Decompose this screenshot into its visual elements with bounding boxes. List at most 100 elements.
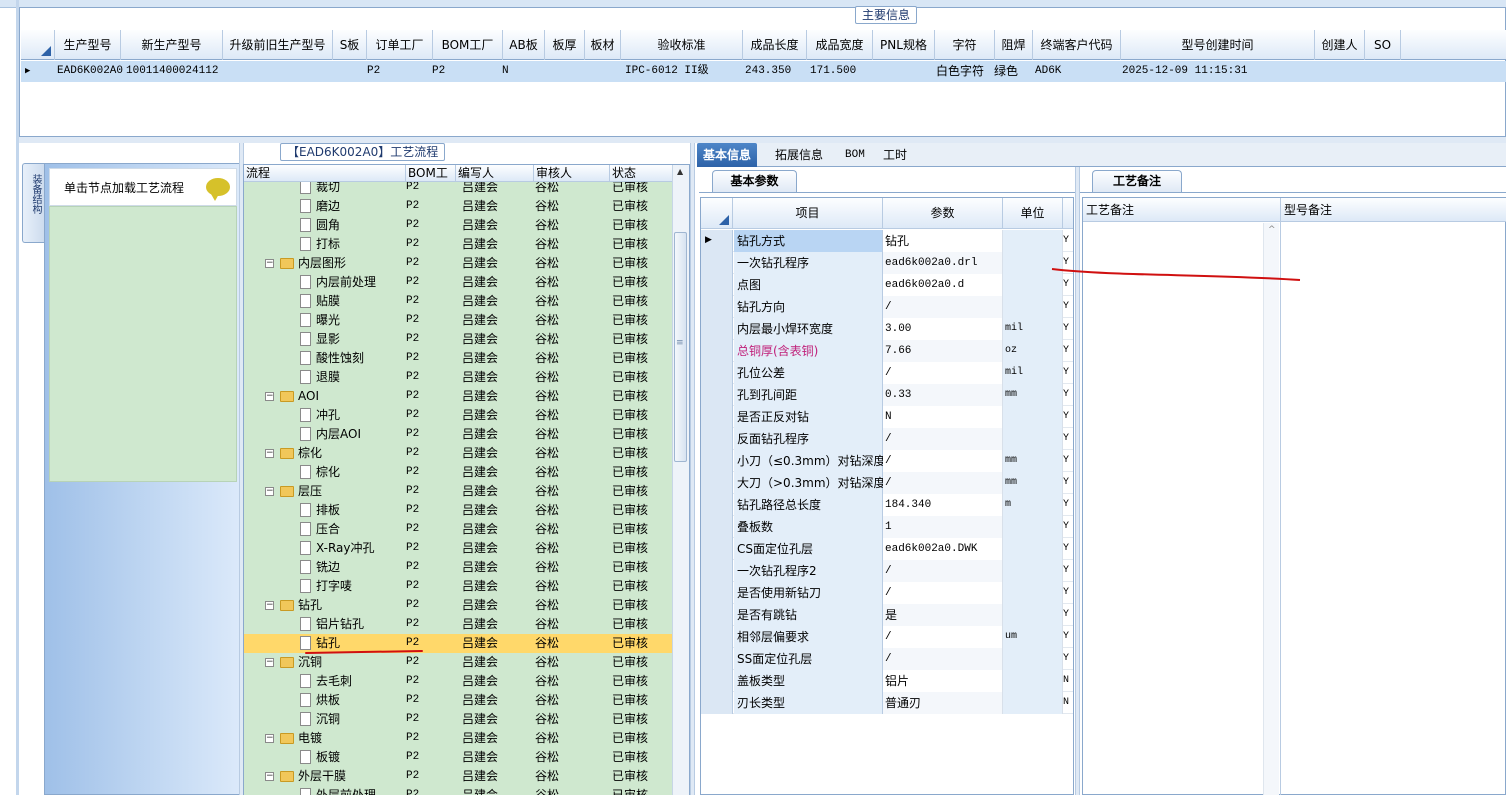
- flow-tree-row[interactable]: X-Ray冲孔 P2 吕建会 谷松 已审核: [244, 539, 672, 558]
- flow-tree-row[interactable]: − 层压 P2 吕建会 谷松 已审核: [244, 482, 672, 501]
- param-row-indicator[interactable]: [701, 362, 733, 384]
- flow-tree-row[interactable]: 磨边 P2 吕建会 谷松 已审核: [244, 197, 672, 216]
- collapse-icon[interactable]: −: [265, 259, 274, 268]
- param-row-indicator[interactable]: [701, 340, 733, 362]
- col-header-old-prod-model[interactable]: 升级前旧生产型号: [223, 30, 333, 60]
- flow-tree-row[interactable]: 内层前处理 P2 吕建会 谷松 已审核: [244, 273, 672, 292]
- flow-tree-row[interactable]: 裁切 P2 吕建会 谷松 已审核: [244, 182, 672, 197]
- flow-tree-row[interactable]: 贴膜 P2 吕建会 谷松 已审核: [244, 292, 672, 311]
- load-flow-hint[interactable]: 单击节点加载工艺流程: [49, 168, 237, 206]
- col-header-new-prod-model[interactable]: 新生产型号: [121, 30, 223, 60]
- param-row[interactable]: ▶ 钻孔方式 钻孔 Y: [701, 230, 1073, 252]
- param-row-indicator[interactable]: [701, 582, 733, 604]
- model-remarks-input[interactable]: [1284, 224, 1502, 784]
- flow-tree-row[interactable]: 铝片钻孔 P2 吕建会 谷松 已审核: [244, 615, 672, 634]
- param-value[interactable]: ead6k002a0.DWK: [883, 538, 1003, 560]
- tab-equipment-structure[interactable]: 装备结构: [22, 163, 44, 243]
- param-value[interactable]: N: [883, 406, 1003, 428]
- param-row[interactable]: 小刀（≤0.3mm）对钻深度 / mm Y: [701, 450, 1073, 472]
- flow-tree-row[interactable]: 棕化 P2 吕建会 谷松 已审核: [244, 463, 672, 482]
- flow-col-header-flow[interactable]: 流程: [244, 165, 406, 182]
- param-row[interactable]: 孔位公差 / mil Y: [701, 362, 1073, 384]
- col-header-creator[interactable]: 创建人: [1315, 30, 1365, 60]
- flow-tree-row[interactable]: 排板 P2 吕建会 谷松 已审核: [244, 501, 672, 520]
- param-row-indicator[interactable]: [701, 560, 733, 582]
- col-header-thickness[interactable]: 板厚: [545, 30, 585, 60]
- param-value[interactable]: 钻孔: [883, 230, 1003, 252]
- flow-tree-row[interactable]: − 钻孔 P2 吕建会 谷松 已审核: [244, 596, 672, 615]
- collapse-icon[interactable]: −: [265, 734, 274, 743]
- param-value[interactable]: 3.00: [883, 318, 1003, 340]
- tab-bom[interactable]: BOM: [839, 143, 871, 167]
- col-header-ab-board[interactable]: AB板: [503, 30, 545, 60]
- param-row-indicator[interactable]: [701, 428, 733, 450]
- param-row[interactable]: 大刀（>0.3mm）对钻深度 / mm Y: [701, 472, 1073, 494]
- param-row-indicator[interactable]: [701, 450, 733, 472]
- tab-extended-info[interactable]: 拓展信息: [769, 143, 829, 167]
- param-value[interactable]: 铝片: [883, 670, 1003, 692]
- param-value[interactable]: 184.340: [883, 494, 1003, 516]
- flow-tree-row[interactable]: 退膜 P2 吕建会 谷松 已审核: [244, 368, 672, 387]
- param-value[interactable]: 普通刃: [883, 692, 1003, 714]
- tab-basic-info[interactable]: 基本信息: [697, 143, 758, 167]
- flow-tree-row[interactable]: 打字唛 P2 吕建会 谷松 已审核: [244, 577, 672, 596]
- flow-tree-row[interactable]: 冲孔 P2 吕建会 谷松 已审核: [244, 406, 672, 425]
- flow-tree-row[interactable]: 钻孔 P2 吕建会 谷松 已审核: [244, 634, 672, 653]
- param-row-indicator[interactable]: [701, 604, 733, 626]
- flow-tree-scroll-thumb[interactable]: ≡: [674, 232, 687, 462]
- flow-col-header-writer[interactable]: 编写人: [456, 165, 534, 182]
- flow-tree-row[interactable]: 沉铜 P2 吕建会 谷松 已审核: [244, 710, 672, 729]
- tab-work-hours[interactable]: 工时: [877, 143, 913, 167]
- col-header-customer-code[interactable]: 终端客户代码: [1033, 30, 1121, 60]
- col-header-order-factory[interactable]: 订单工厂: [367, 30, 433, 60]
- collapse-icon[interactable]: −: [265, 601, 274, 610]
- param-row-indicator[interactable]: [701, 318, 733, 340]
- flow-tree-row[interactable]: 内层AOI P2 吕建会 谷松 已审核: [244, 425, 672, 444]
- param-value[interactable]: /: [883, 472, 1003, 494]
- flow-tree-row[interactable]: − 内层图形 P2 吕建会 谷松 已审核: [244, 254, 672, 273]
- col-header-so[interactable]: SO: [1365, 30, 1401, 60]
- scroll-up-icon[interactable]: ▲: [677, 167, 683, 176]
- collapse-icon[interactable]: −: [265, 772, 274, 781]
- param-row-indicator[interactable]: [701, 670, 733, 692]
- flow-tree-row[interactable]: 曝光 P2 吕建会 谷松 已审核: [244, 311, 672, 330]
- param-row[interactable]: 一次钻孔程序2/ Y: [701, 560, 1073, 582]
- param-row[interactable]: 孔到孔间距 0.33 mm Y: [701, 384, 1073, 406]
- param-row[interactable]: CS面定位孔层 ead6k002a0.DWK Y: [701, 538, 1073, 560]
- flow-tree-row[interactable]: 圆角 P2 吕建会 谷松 已审核: [244, 216, 672, 235]
- param-row-indicator[interactable]: [701, 472, 733, 494]
- flow-tree-row[interactable]: 烘板 P2 吕建会 谷松 已审核: [244, 691, 672, 710]
- tab-process-remarks[interactable]: 工艺备注: [1092, 170, 1182, 192]
- center-vertical-splitter[interactable]: [690, 143, 695, 795]
- collapse-icon[interactable]: −: [265, 658, 274, 667]
- param-value[interactable]: 7.66: [883, 340, 1003, 362]
- main-info-row[interactable]: ▶ EAD6K002A0 10011400024112 P2 P2 N IPC-…: [21, 61, 1506, 82]
- param-row[interactable]: 盖板类型 铝片 N: [701, 670, 1073, 692]
- param-value[interactable]: ead6k002a0.d: [883, 274, 1003, 296]
- param-row[interactable]: 相邻层偏要求 / um Y: [701, 626, 1073, 648]
- flow-col-header-bom[interactable]: BOM工厂: [406, 165, 456, 197]
- param-row[interactable]: SS面定位孔层 / Y: [701, 648, 1073, 670]
- flow-col-header-reviewer[interactable]: 审核人: [534, 165, 610, 182]
- flow-tree-row[interactable]: 酸性蚀刻 P2 吕建会 谷松 已审核: [244, 349, 672, 368]
- param-row[interactable]: 点图 ead6k002a0.d Y: [701, 274, 1073, 296]
- flow-tree-row[interactable]: − 沉铜 P2 吕建会 谷松 已审核: [244, 653, 672, 672]
- col-header-material[interactable]: 板材: [585, 30, 621, 60]
- flow-tree-row[interactable]: 显影 P2 吕建会 谷松 已审核: [244, 330, 672, 349]
- flow-col-header-status[interactable]: 状态: [610, 165, 672, 182]
- flow-tree-row[interactable]: − 电镀 P2 吕建会 谷松 已审核: [244, 729, 672, 748]
- col-header-standard[interactable]: 验收标准: [621, 30, 743, 60]
- param-value[interactable]: /: [883, 626, 1003, 648]
- flow-tree-row[interactable]: − 棕化 P2 吕建会 谷松 已审核: [244, 444, 672, 463]
- param-row[interactable]: 内层最小焊环宽度 3.00 mil Y: [701, 318, 1073, 340]
- param-row-indicator[interactable]: [701, 384, 733, 406]
- param-value[interactable]: /: [883, 296, 1003, 318]
- col-header-solder-mask[interactable]: 阻焊: [995, 30, 1033, 60]
- col-header-width[interactable]: 成品宽度: [807, 30, 873, 60]
- param-row[interactable]: 钻孔方向 / Y: [701, 296, 1073, 318]
- param-row[interactable]: 是否正反对钻 N Y: [701, 406, 1073, 428]
- param-row[interactable]: 一次钻孔程序 ead6k002a0.drl Y: [701, 252, 1073, 274]
- param-row[interactable]: 钻孔路径总长度 184.340 m Y: [701, 494, 1073, 516]
- col-header-pnl[interactable]: PNL规格: [873, 30, 935, 60]
- process-remarks-input[interactable]: [1087, 224, 1262, 784]
